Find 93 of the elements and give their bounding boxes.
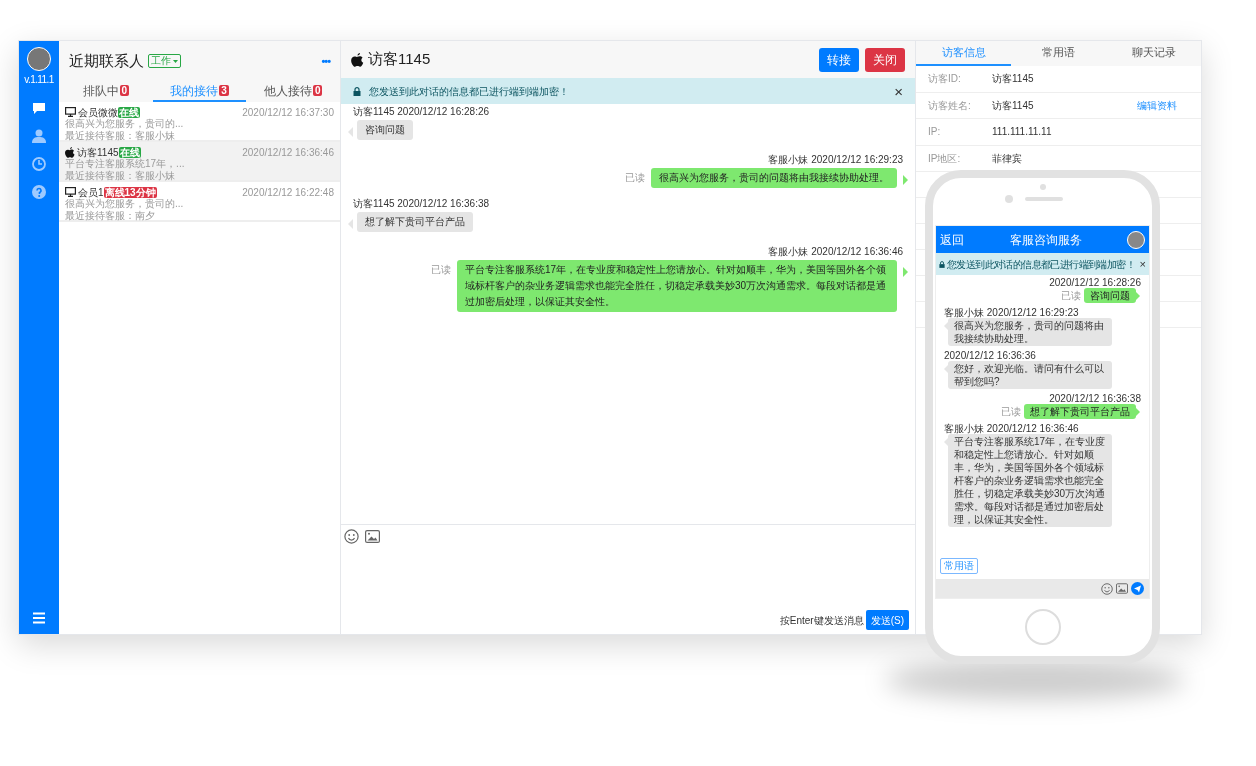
field-label: 访客姓名: bbox=[928, 99, 971, 111]
back-button[interactable]: 返回 bbox=[940, 230, 964, 249]
screen-title: 客服咨询服务 bbox=[1008, 231, 1083, 249]
message-bubble: 咨询问题 bbox=[1084, 288, 1136, 303]
bubble-tail bbox=[903, 175, 908, 185]
apple-icon bbox=[65, 146, 75, 158]
message-bubble: 很高兴为您服务，贵司的问题将由我接续协助处理。 bbox=[948, 318, 1112, 346]
mode-dropdown[interactable]: 工作 bbox=[148, 54, 181, 68]
field-value: 菲律宾 bbox=[992, 151, 1022, 166]
emoji-icon[interactable] bbox=[1101, 582, 1113, 595]
message-preview: 平台专注客服系统17年，... bbox=[65, 158, 185, 170]
avatar-image bbox=[1127, 230, 1145, 249]
tab[interactable]: 常用语 bbox=[1011, 41, 1106, 66]
avatar-image bbox=[27, 47, 51, 71]
contact-name: 会员微微 bbox=[78, 105, 118, 118]
clock-icon[interactable] bbox=[32, 157, 46, 171]
version-label: v.1.11.1 bbox=[24, 73, 54, 87]
contact-name: 会员1 bbox=[78, 185, 104, 198]
help-icon[interactable] bbox=[32, 185, 46, 199]
status-tag: 在线 bbox=[118, 146, 141, 158]
timestamp: 2020/12/12 16:36:46 bbox=[242, 145, 334, 160]
bubble-tail bbox=[1136, 408, 1140, 416]
chat-icon[interactable] bbox=[32, 101, 46, 115]
send-button[interactable]: 发送(S) bbox=[865, 610, 909, 630]
image-icon[interactable] bbox=[365, 530, 380, 543]
timestamp: 2020/12/12 16:22:48 bbox=[242, 185, 334, 200]
lock-icon bbox=[939, 260, 945, 268]
message-preview: 很高兴为您服务，贵司的... bbox=[65, 198, 184, 210]
field-label: IP地区: bbox=[928, 152, 961, 164]
menu-icon[interactable] bbox=[32, 612, 46, 624]
tab[interactable]: 聊天记录 bbox=[1106, 41, 1201, 66]
more-button[interactable]: ••• bbox=[321, 52, 330, 70]
agent-label: 最近接待客服：客服小妹 bbox=[65, 170, 175, 182]
bubble-tail bbox=[348, 219, 353, 229]
monitor-icon bbox=[65, 107, 76, 117]
message-bubble: 您好，欢迎光临。请问有什么可以帮到您吗? bbox=[948, 361, 1112, 389]
contact-item[interactable]: 访客1145在线 2020/12/12 16:36:46 平台专注客服系统17年，... 最近接待客服：客服小妹 bbox=[59, 142, 340, 182]
status-tag: 离线13分钟 bbox=[103, 186, 157, 198]
message-bubble: 平台专注客服系统17年，在专业度和稳定性上您请放心。针对如顺丰，华为，美国等国外各个领域标杆客户的杂业务逻辑需求也能完全胜任，切稳定承载美妙30万次沟通需求。每段对话都是通过加密后处理，以保证其安全性。 bbox=[457, 260, 897, 312]
message-bubble: 很高兴为您服务，贵司的问题将由我接续协助处理。 bbox=[651, 168, 897, 188]
transfer-button[interactable]: 转接 bbox=[819, 47, 859, 72]
notice-text: 您发送到此对话的信息都已进行端到端加密！ bbox=[369, 84, 569, 99]
tab[interactable]: 排队中 0 bbox=[59, 81, 153, 102]
message-meta: 访客1145 2020/12/12 16:36:38 bbox=[353, 198, 490, 210]
message-meta: 客服小妹 2020/12/12 16:36:46 bbox=[768, 246, 903, 258]
agent-label: 最近接待客服：南夕 bbox=[65, 210, 155, 222]
bubble-tail bbox=[1136, 292, 1140, 300]
timestamp: 2020/12/12 16:37:30 bbox=[242, 105, 334, 120]
send-icon[interactable] bbox=[1131, 582, 1144, 595]
read-status: 已读 bbox=[431, 263, 451, 277]
agent-label: 最近接待客服：客服小妹 bbox=[65, 130, 175, 142]
tab[interactable]: 他人接待 0 bbox=[246, 81, 340, 102]
read-status: 已读 bbox=[1061, 289, 1081, 303]
read-status: 已读 bbox=[625, 171, 645, 185]
message-meta: 客服小妹 2020/12/12 16:36:46 bbox=[944, 423, 1079, 434]
chat-title: 访客1145 bbox=[368, 49, 431, 70]
message-meta: 2020/12/12 16:36:38 bbox=[1049, 393, 1141, 404]
tab[interactable]: 访客信息 bbox=[916, 41, 1011, 66]
message-bubble: 想了解下贵司平台产品 bbox=[1024, 404, 1136, 419]
phone-camera bbox=[1039, 184, 1046, 190]
user-icon[interactable] bbox=[32, 129, 46, 143]
lock-icon bbox=[353, 86, 361, 96]
message-bubble: 平台专注客服系统17年，在专业度和稳定性上您请放心。针对如顺丰，华为，美国等国外各个领域标杆客户的杂业务逻辑需求也能完全胜任，切稳定承载美妙30万次沟通需求。每段对话都是通过加密后处理，以保证其安全性。 bbox=[948, 434, 1112, 527]
message-bubble: 咨询问题 bbox=[357, 120, 413, 140]
message-meta: 2020/12/12 16:36:36 bbox=[944, 350, 1036, 361]
emoji-icon[interactable] bbox=[344, 529, 359, 544]
image-icon[interactable] bbox=[1116, 583, 1128, 594]
close-chat-button[interactable]: 关闭 bbox=[865, 47, 905, 72]
panel-title: 近期联系人 bbox=[69, 50, 144, 71]
field-value: 111.111.11.11 bbox=[992, 125, 1052, 140]
contact-name: 访客1145 bbox=[77, 145, 119, 158]
caret-icon bbox=[173, 59, 178, 63]
message-meta: 2020/12/12 16:28:26 bbox=[1049, 277, 1141, 288]
message-meta: 客服小妹 2020/12/12 16:29:23 bbox=[768, 154, 903, 166]
message-meta: 客服小妹 2020/12/12 16:29:23 bbox=[944, 307, 1079, 318]
field-label: 访客ID: bbox=[928, 73, 961, 85]
field-value: 访客1145 bbox=[992, 98, 1034, 113]
phone-sensor bbox=[1004, 195, 1013, 203]
bubble-tail bbox=[903, 267, 908, 277]
message-meta: 访客1145 2020/12/12 16:28:26 bbox=[353, 106, 490, 118]
field-label: IP: bbox=[928, 126, 941, 138]
read-status: 已读 bbox=[1001, 405, 1021, 419]
message-bubble: 想了解下贵司平台产品 bbox=[357, 212, 473, 232]
status-tag: 在线 bbox=[118, 106, 140, 118]
edit-link[interactable]: 编辑资料 bbox=[1137, 97, 1177, 113]
field-value: 访客1145 bbox=[992, 72, 1034, 87]
message-preview: 很高兴为您服务，贵司的... bbox=[65, 118, 184, 130]
send-hint: 按Enter键发送消息 bbox=[779, 613, 864, 628]
notice-text: 您发送到此对话的信息都已进行端到端加密！ bbox=[947, 257, 1135, 272]
apple-icon bbox=[351, 52, 364, 67]
monitor-icon bbox=[65, 187, 76, 197]
quick-replies-button[interactable]: 常用语 bbox=[940, 558, 978, 574]
bubble-tail bbox=[348, 127, 353, 137]
